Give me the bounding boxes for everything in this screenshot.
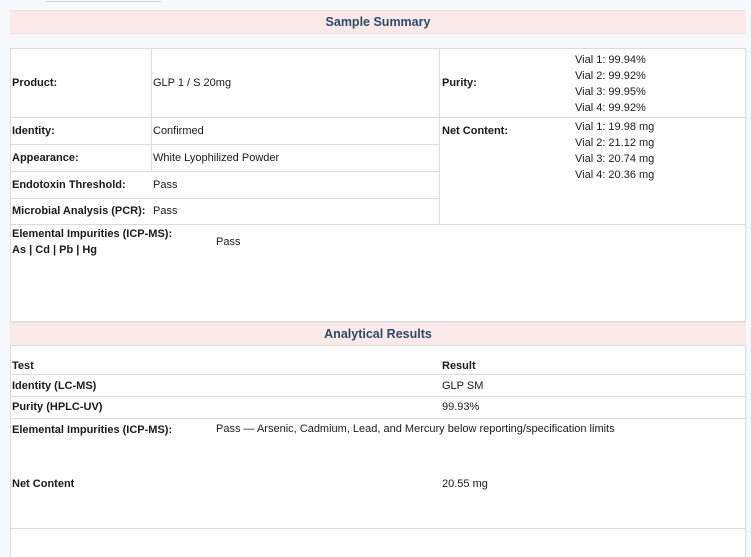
result-row-2-test: Purity (HPLC-UV) [12, 401, 103, 413]
appearance-value: White Lyophilized Powder [153, 152, 280, 164]
net-content-label: Net Content: [442, 125, 508, 137]
analytical-results-header: Analytical Results [10, 322, 746, 346]
top-rule [46, 0, 161, 2]
product-value: GLP 1 / S 20mg [153, 77, 232, 89]
purity-vial-4: Vial 4: 99.92% [575, 102, 646, 114]
microbial-value: Pass [153, 205, 178, 217]
elemental-label-line2: As | Cd | Pb | Hg [12, 244, 98, 256]
net-vial-2: Vial 2: 21.12 mg [575, 137, 655, 149]
result-row-4-value: 20.55 mg [442, 478, 488, 490]
analytical-results-title: Analytical Results [324, 327, 432, 341]
elemental-label-line1: Elemental Impurities (ICP-MS): [12, 228, 173, 240]
result-row-3-value: Pass — Arsenic, Cadmium, Lead, and Mercu… [216, 423, 615, 435]
column-result-header: Result [442, 360, 476, 372]
endotoxin-value: Pass [153, 179, 178, 191]
result-row-3-test: Elemental Impurities (ICP-MS): [12, 424, 173, 436]
purity-vial-2: Vial 2: 99.92% [575, 70, 646, 82]
sample-summary-title: Sample Summary [325, 15, 431, 29]
net-vial-4: Vial 4: 20.36 mg [575, 169, 655, 181]
column-test-header: Test [12, 360, 34, 372]
purity-label: Purity: [442, 77, 477, 89]
sample-summary-header: Sample Summary [10, 10, 746, 34]
purity-vial-3: Vial 3: 99.95% [575, 86, 646, 98]
endotoxin-label: Endotoxin Threshold: [12, 179, 126, 191]
microbial-label: Microbial Analysis (PCR): [12, 205, 146, 217]
row-divider [10, 528, 746, 529]
row-divider [10, 418, 746, 419]
appearance-label: Appearance: [12, 152, 79, 164]
identity-value: Confirmed [153, 125, 204, 137]
net-vial-3: Vial 3: 20.74 mg [575, 153, 655, 165]
net-vial-1: Vial 1: 19.98 mg [575, 121, 655, 133]
row-divider [10, 396, 746, 397]
net-content-values: Vial 1: 19.98 mg Vial 2: 21.12 mg Vial 3… [575, 119, 654, 183]
results-body [10, 345, 746, 557]
purity-vial-1: Vial 1: 99.94% [575, 54, 646, 66]
purity-values: Vial 1: 99.94% Vial 2: 99.92% Vial 3: 99… [575, 52, 646, 116]
result-row-2-value: 99.93% [442, 401, 480, 413]
row-divider [10, 374, 746, 375]
result-row-4-test: Net Content [12, 478, 75, 490]
result-row-1-test: Identity (LC-MS) [12, 380, 97, 392]
product-label: Product: [12, 77, 58, 89]
identity-label: Identity: [12, 125, 55, 137]
elemental-value: Pass [216, 236, 241, 248]
result-row-1-value: GLP SM [442, 380, 484, 392]
